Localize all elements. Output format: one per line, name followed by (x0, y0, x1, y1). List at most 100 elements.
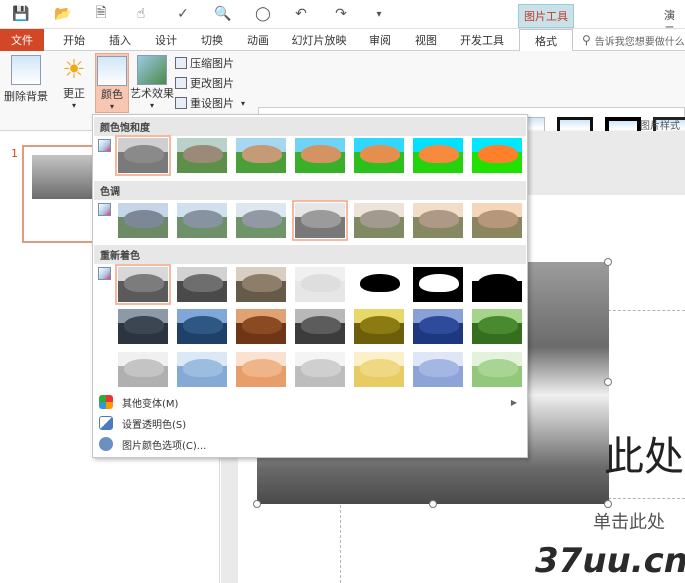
swatch-hands (124, 316, 164, 334)
tab-format[interactable]: 格式 (519, 29, 573, 52)
color-swatch[interactable] (117, 308, 169, 345)
color-swatch[interactable] (471, 266, 523, 303)
tab-developer[interactable]: 开发工具 (454, 29, 510, 51)
color-swatch[interactable] (235, 137, 287, 174)
redo-icon[interactable]: ↷ (330, 4, 352, 24)
tab-file[interactable]: 文件 (0, 29, 44, 51)
spellcheck-icon[interactable]: ✓ (172, 4, 194, 24)
picture-tools-context-label: 图片工具 (518, 4, 574, 28)
color-swatch[interactable] (353, 308, 405, 345)
tab-animations[interactable]: 动画 (240, 29, 276, 51)
color-swatch[interactable] (176, 202, 228, 239)
color-swatch[interactable] (294, 137, 346, 174)
swatch-hands (419, 359, 459, 377)
change-picture-icon (175, 77, 187, 89)
change-picture-button[interactable]: 更改图片 (175, 75, 234, 91)
color-swatch[interactable] (294, 351, 346, 388)
tab-transitions[interactable]: 切换 (194, 29, 230, 51)
color-swatch[interactable] (412, 137, 464, 174)
swatch-hands (183, 210, 223, 228)
compress-icon (175, 57, 187, 69)
color-swatch[interactable] (471, 351, 523, 388)
tab-insert[interactable]: 插入 (102, 29, 138, 51)
customize-icon[interactable]: ▾ (368, 4, 390, 24)
swatch-hands (478, 359, 518, 377)
resize-handle[interactable] (429, 500, 437, 508)
color-swatch[interactable] (412, 266, 464, 303)
color-swatch[interactable] (235, 308, 287, 345)
color-swatch[interactable] (353, 266, 405, 303)
color-swatch[interactable] (294, 266, 346, 303)
color-swatch[interactable] (235, 351, 287, 388)
swatch-hands (419, 145, 459, 163)
color-swatch[interactable] (353, 202, 405, 239)
picture-color-options-menu-item[interactable]: 图片颜色选项(C)... (99, 434, 206, 454)
resize-handle[interactable] (604, 378, 612, 386)
color-swatch[interactable] (176, 266, 228, 303)
color-swatch[interactable] (471, 137, 523, 174)
color-swatch[interactable] (176, 308, 228, 345)
color-swatch[interactable] (471, 308, 523, 345)
swatch-hands (242, 274, 282, 292)
color-swatch[interactable] (471, 202, 523, 239)
undo-icon[interactable]: ↶ (290, 4, 312, 24)
swatch-hands (124, 210, 164, 228)
tab-slideshow[interactable]: 幻灯片放映 (286, 29, 352, 51)
color-swatch[interactable] (353, 137, 405, 174)
swatch-hands (124, 145, 164, 163)
eyedropper-icon (99, 416, 113, 430)
tell-me-search[interactable]: ⚲ 告诉我您想要做什么 (582, 29, 685, 51)
slide-thumbnail-image (32, 155, 92, 199)
tab-view[interactable]: 视图 (408, 29, 444, 51)
remove-background-button[interactable]: 删除背景 (2, 55, 50, 103)
tab-home[interactable]: 开始 (56, 29, 92, 51)
color-swatch[interactable] (176, 137, 228, 174)
tone-section-header: 色调 (94, 181, 526, 200)
save-icon[interactable]: 💾 (10, 4, 32, 24)
color-swatch[interactable] (235, 202, 287, 239)
corrections-button[interactable]: ☀ 更正 ▾ (58, 55, 90, 113)
color-swatch[interactable] (115, 135, 171, 176)
resize-handle[interactable] (604, 258, 612, 266)
color-button[interactable]: 颜色 ▾ (95, 53, 129, 113)
swatch-hands (301, 359, 341, 377)
more-variations-label: 其他变体(M) (122, 398, 179, 410)
color-swatch[interactable] (115, 264, 171, 305)
color-swatch[interactable] (412, 351, 464, 388)
color-swatch[interactable] (117, 202, 169, 239)
color-swatch[interactable] (353, 351, 405, 388)
more-variations-menu-item[interactable]: 其他变体(M) ▶ (99, 392, 525, 412)
resize-handle[interactable] (253, 500, 261, 508)
reset-picture-button[interactable]: 重设图片 ▾ (175, 95, 245, 111)
color-wheel-icon (99, 395, 113, 409)
slide-number: 1 (11, 147, 18, 160)
slide-subtitle-placeholder[interactable]: 单击此处 (593, 508, 665, 534)
artistic-effects-button[interactable]: 艺术效果 ▾ (130, 55, 174, 113)
color-swatch[interactable] (412, 308, 464, 345)
chevron-down-icon: ▾ (109, 102, 114, 111)
placeholder-border (608, 310, 685, 311)
find-icon[interactable]: 🔍 (212, 4, 234, 24)
open-icon[interactable]: 📂 (52, 4, 74, 24)
tab-design[interactable]: 设计 (148, 29, 184, 51)
change-picture-label: 更改图片 (190, 77, 234, 90)
color-tone-icon (98, 203, 111, 216)
swatch-hands (183, 145, 223, 163)
screenshot-icon[interactable]: ◯ (252, 4, 274, 24)
touch-icon[interactable]: ☝ (130, 4, 152, 24)
color-swatch[interactable] (176, 351, 228, 388)
tab-review[interactable]: 审阅 (362, 29, 398, 51)
resize-handle[interactable] (604, 500, 612, 508)
compress-pictures-button[interactable]: 压缩图片 (175, 55, 234, 71)
color-swatch[interactable] (117, 351, 169, 388)
color-swatch[interactable] (294, 308, 346, 345)
color-swatch[interactable] (412, 202, 464, 239)
color-label: 颜色 (101, 88, 123, 101)
set-transparent-color-menu-item[interactable]: 设置透明色(S) (99, 413, 186, 433)
color-swatch[interactable] (292, 200, 348, 241)
color-options-label: 图片颜色选项(C)... (122, 440, 207, 452)
color-swatch[interactable] (235, 266, 287, 303)
swatch-hands (478, 274, 518, 292)
slide-title-placeholder[interactable]: 此处 (604, 424, 684, 482)
new-icon[interactable]: 🗎 (90, 4, 112, 24)
